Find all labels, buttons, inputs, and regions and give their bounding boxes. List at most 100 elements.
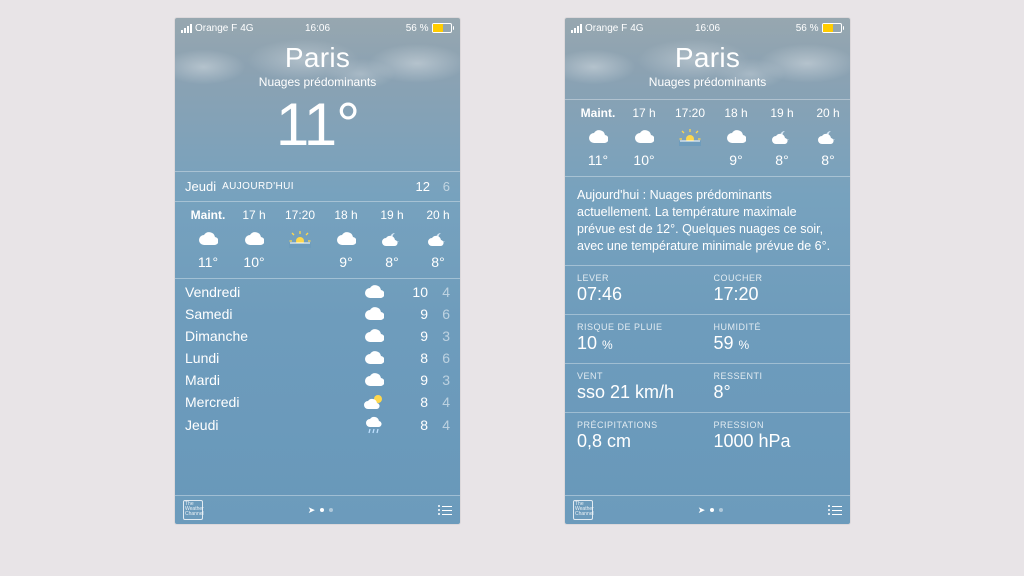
daily-row: Vendredi104 — [175, 281, 460, 303]
hour-label: 17:20 — [667, 106, 713, 120]
partly_night-icon — [369, 228, 415, 250]
detail-humidity: HUMIDITÉ 59 % — [708, 314, 851, 363]
day-low: 4 — [428, 394, 450, 410]
day-low: 6 — [428, 350, 450, 366]
detail-feels-like: RESSENTI 8° — [708, 363, 851, 412]
daily-row: Samedi96 — [175, 303, 460, 325]
details-grid: LEVER 07:46 COUCHER 17:20 RISQUE DE PLUI… — [565, 265, 850, 461]
day-high: 8 — [386, 394, 428, 410]
city-name: Paris — [565, 42, 850, 74]
detail-rain-chance: RISQUE DE PLUIE 10 % — [565, 314, 708, 363]
page-dot — [329, 508, 333, 512]
cloud-icon — [362, 285, 386, 299]
location-header: Paris Nuages prédominants — [565, 42, 850, 89]
hourly-forecast[interactable]: Maint.11°17 h10°17:2018 h9°19 h8°20 h8°2 — [565, 99, 850, 176]
cloud-icon — [575, 126, 621, 148]
hour-temp: 10° — [621, 152, 667, 168]
detail-value: 0,8 cm — [577, 431, 702, 452]
hour-label: 19 h — [759, 106, 805, 120]
detail-value: 1000 hPa — [714, 431, 839, 452]
today-low: 6 — [430, 179, 450, 194]
partly-icon — [362, 394, 386, 410]
detail-precipitation: PRÉCIPITATIONS 0,8 cm — [565, 412, 708, 461]
daily-row: Mercredi84 — [175, 391, 460, 413]
today-tag: AUJOURD'HUI — [222, 181, 294, 192]
detail-value: 8° — [714, 382, 839, 403]
hour-cell: 19 h8° — [759, 106, 805, 168]
cloud-icon — [362, 307, 386, 321]
location-arrow-icon: ➤ — [308, 505, 316, 516]
day-low: 3 — [428, 372, 450, 388]
hour-label: Maint. — [185, 208, 231, 222]
detail-value: 07:46 — [577, 284, 702, 305]
day-high: 8 — [386, 350, 428, 366]
daily-row: Lundi86 — [175, 347, 460, 369]
hour-label: 18 h — [713, 106, 759, 120]
list-icon[interactable] — [438, 505, 452, 515]
condition-label: Nuages prédominants — [565, 75, 850, 89]
cloud-icon — [323, 228, 369, 250]
day-name: Dimanche — [185, 328, 362, 344]
clock-label: 16:06 — [175, 23, 460, 34]
detail-label: PRÉCIPITATIONS — [577, 420, 702, 430]
page-indicator[interactable]: ➤ — [308, 505, 334, 516]
page-dot — [710, 508, 714, 512]
day-high: 9 — [386, 306, 428, 322]
hour-cell: 18 h9° — [713, 106, 759, 168]
hour-temp: 11° — [575, 152, 621, 168]
hour-temp: 11° — [185, 254, 231, 270]
detail-sunset: COUCHER 17:20 — [708, 265, 851, 314]
day-name: Vendredi — [185, 284, 362, 300]
daily-row: Dimanche 93 — [175, 325, 460, 347]
day-high: 8 — [386, 417, 428, 433]
detail-label: LEVER — [577, 273, 702, 283]
list-icon[interactable] — [828, 505, 842, 515]
day-high: 10 — [386, 284, 428, 300]
hourly-forecast[interactable]: Maint.11°17 h10°17:2018 h9°19 h8°20 h8°2 — [175, 201, 460, 278]
hour-temp: 10° — [231, 254, 277, 270]
hour-temp: 8° — [415, 254, 460, 270]
detail-value: 17:20 — [714, 284, 839, 305]
weather-screen-details: Orange F 4G 16:06 56 % Paris Nuages préd… — [565, 18, 850, 524]
page-dot — [719, 508, 723, 512]
status-bar: Orange F 4G 16:06 56 % — [565, 18, 850, 36]
cloud-icon — [713, 126, 759, 148]
detail-wind: VENT sso 21 km/h — [565, 363, 708, 412]
page-dot — [320, 508, 324, 512]
day-name: Jeudi — [185, 417, 362, 433]
day-high: 9 — [386, 328, 428, 344]
page-indicator[interactable]: ➤ — [698, 505, 724, 516]
hour-cell: 20 h 8° — [415, 208, 460, 270]
hour-cell: 17 h10° — [621, 106, 667, 168]
hour-label: 20 h — [805, 106, 850, 120]
partly_night-icon — [759, 126, 805, 148]
condition-label: Nuages prédominants — [175, 75, 460, 89]
today-row: Jeudi AUJOURD'HUI 12 6 — [175, 171, 460, 201]
hour-label: 20 h — [415, 208, 460, 222]
day-low: 3 — [428, 328, 450, 344]
hour-cell: 20 h8° — [805, 106, 850, 168]
hour-cell: 17 h10° — [231, 208, 277, 270]
hour-cell: 17:20 — [667, 106, 713, 168]
hour-cell: Maint.11° — [575, 106, 621, 168]
detail-value: 10 % — [577, 333, 702, 354]
day-low: 4 — [428, 417, 450, 433]
bottom-toolbar: The Weather Channel ➤ — [565, 495, 850, 524]
weather-channel-icon[interactable]: The Weather Channel — [573, 500, 593, 520]
sunset-icon — [277, 228, 323, 250]
partly_night-icon — [805, 126, 850, 148]
daily-forecast[interactable]: Vendredi104Samedi96Dimanche93Lundi86Mard… — [175, 278, 460, 439]
day-low: 6 — [428, 306, 450, 322]
bottom-toolbar: The Weather Channel ➤ — [175, 495, 460, 524]
detail-label: HUMIDITÉ — [714, 322, 839, 332]
cloud-icon — [362, 351, 386, 365]
hour-label: 19 h — [369, 208, 415, 222]
cloud-icon — [621, 126, 667, 148]
today-high: 12 — [404, 179, 430, 194]
current-temperature: 11° — [175, 95, 460, 155]
detail-label: COUCHER — [714, 273, 839, 283]
hour-temp: 9° — [323, 254, 369, 270]
weather-channel-icon[interactable]: The Weather Channel — [183, 500, 203, 520]
clock-label: 16:06 — [565, 23, 850, 34]
detail-pressure: PRESSION 1000 hPa — [708, 412, 851, 461]
